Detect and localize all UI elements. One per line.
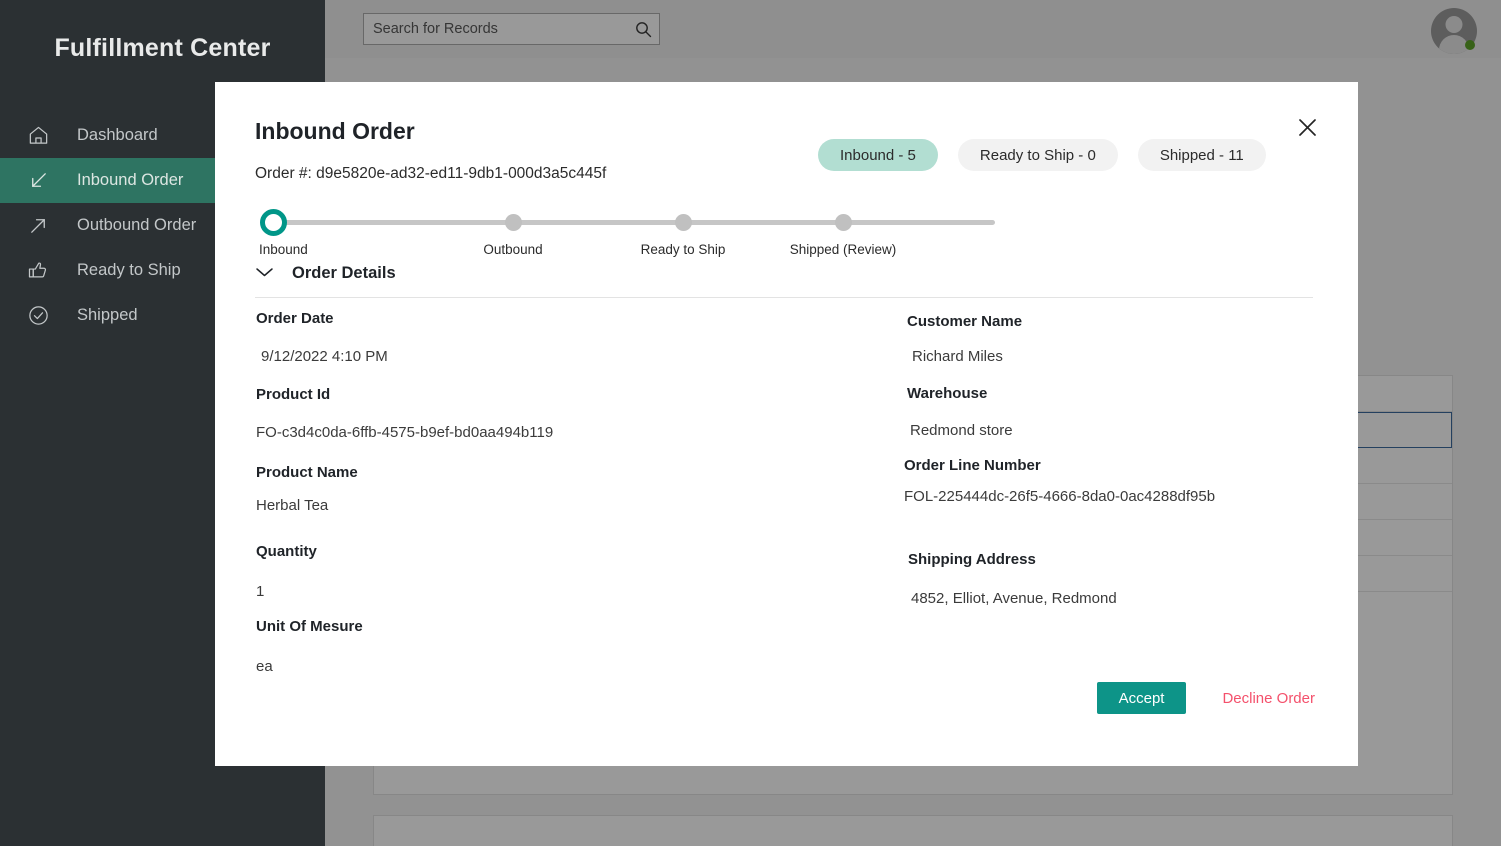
thumbs-up-icon bbox=[26, 258, 51, 283]
step-dot bbox=[505, 214, 522, 231]
sidebar-item-label: Dashboard bbox=[77, 126, 158, 144]
field-label-shipping-address: Shipping Address bbox=[908, 551, 1036, 568]
check-circle-icon bbox=[26, 303, 51, 328]
field-value-quantity: 1 bbox=[256, 583, 265, 600]
status-filter-pills: Inbound - 5 Ready to Ship - 0 Shipped - … bbox=[818, 139, 1266, 171]
stepper-track bbox=[273, 220, 995, 225]
field-label-order-date: Order Date bbox=[256, 310, 334, 327]
app-root: Fulfillment Center Dashboard bbox=[0, 0, 1501, 846]
step-label: Inbound bbox=[259, 242, 308, 257]
field-value-order-date: 9/12/2022 4:10 PM bbox=[261, 348, 388, 365]
modal-actions: Accept Decline Order bbox=[215, 682, 1358, 714]
step-label: Outbound bbox=[483, 242, 543, 257]
step-dot bbox=[260, 209, 287, 236]
field-label-quantity: Quantity bbox=[256, 543, 317, 560]
field-value-customer-name: Richard Miles bbox=[912, 348, 1003, 365]
sidebar-item-label: Inbound Order bbox=[77, 171, 184, 189]
close-icon[interactable] bbox=[1292, 112, 1322, 142]
step-dot bbox=[675, 214, 692, 231]
order-details-section-header[interactable]: Order Details bbox=[255, 264, 396, 283]
pill-inbound[interactable]: Inbound - 5 bbox=[818, 139, 938, 171]
step-dot bbox=[835, 214, 852, 231]
field-value-product-name: Herbal Tea bbox=[256, 497, 329, 514]
field-value-warehouse: Redmond store bbox=[910, 422, 1013, 439]
sidebar-item-label: Ready to Ship bbox=[77, 261, 181, 279]
step-label: Shipped (Review) bbox=[789, 242, 897, 257]
pill-shipped[interactable]: Shipped - 11 bbox=[1137, 139, 1266, 171]
inbound-order-modal: Inbound Order Order #: d9e5820e-ad32-ed1… bbox=[215, 82, 1358, 766]
sidebar-item-label: Shipped bbox=[77, 306, 138, 324]
section-title: Order Details bbox=[292, 264, 396, 282]
home-icon bbox=[26, 123, 51, 148]
order-number: Order #: d9e5820e-ad32-ed11-9db1-000d3a5… bbox=[255, 165, 607, 182]
pill-ready-to-ship[interactable]: Ready to Ship - 0 bbox=[957, 139, 1118, 171]
chevron-down-icon bbox=[255, 265, 274, 283]
sidebar-item-label: Outbound Order bbox=[77, 216, 197, 234]
field-value-order-line-number: FOL-225444dc-26f5-4666-8da0-0ac4288df95b bbox=[904, 488, 1216, 505]
accept-button[interactable]: Accept bbox=[1096, 682, 1187, 714]
brand-title-fg: Fulfillment Center bbox=[54, 34, 271, 62]
field-label-unit-of-mesure: Unit Of Mesure bbox=[256, 618, 363, 635]
section-divider bbox=[255, 297, 1313, 298]
page-title: Inbound Order bbox=[255, 118, 415, 144]
field-label-order-line-number: Order Line Number bbox=[904, 457, 1041, 474]
arrow-up-right-icon bbox=[26, 213, 51, 238]
field-value-shipping-address: 4852, Elliot, Avenue, Redmond bbox=[911, 590, 1117, 607]
order-progress-stepper: Inbound Outbound Ready to Ship Shipped (… bbox=[255, 204, 1000, 259]
field-label-warehouse: Warehouse bbox=[907, 385, 988, 402]
field-label-product-id: Product Id bbox=[256, 386, 331, 403]
field-label-product-name: Product Name bbox=[256, 464, 358, 481]
field-label-customer-name: Customer Name bbox=[907, 313, 1023, 330]
field-value-product-id: FO-c3d4c0da-6ffb-4575-b9ef-bd0aa494b119 bbox=[256, 424, 554, 441]
decline-order-button[interactable]: Decline Order bbox=[1214, 690, 1323, 707]
step-label: Ready to Ship bbox=[640, 242, 726, 257]
field-value-unit-of-mesure: ea bbox=[256, 658, 273, 675]
arrow-down-left-icon bbox=[26, 168, 51, 193]
